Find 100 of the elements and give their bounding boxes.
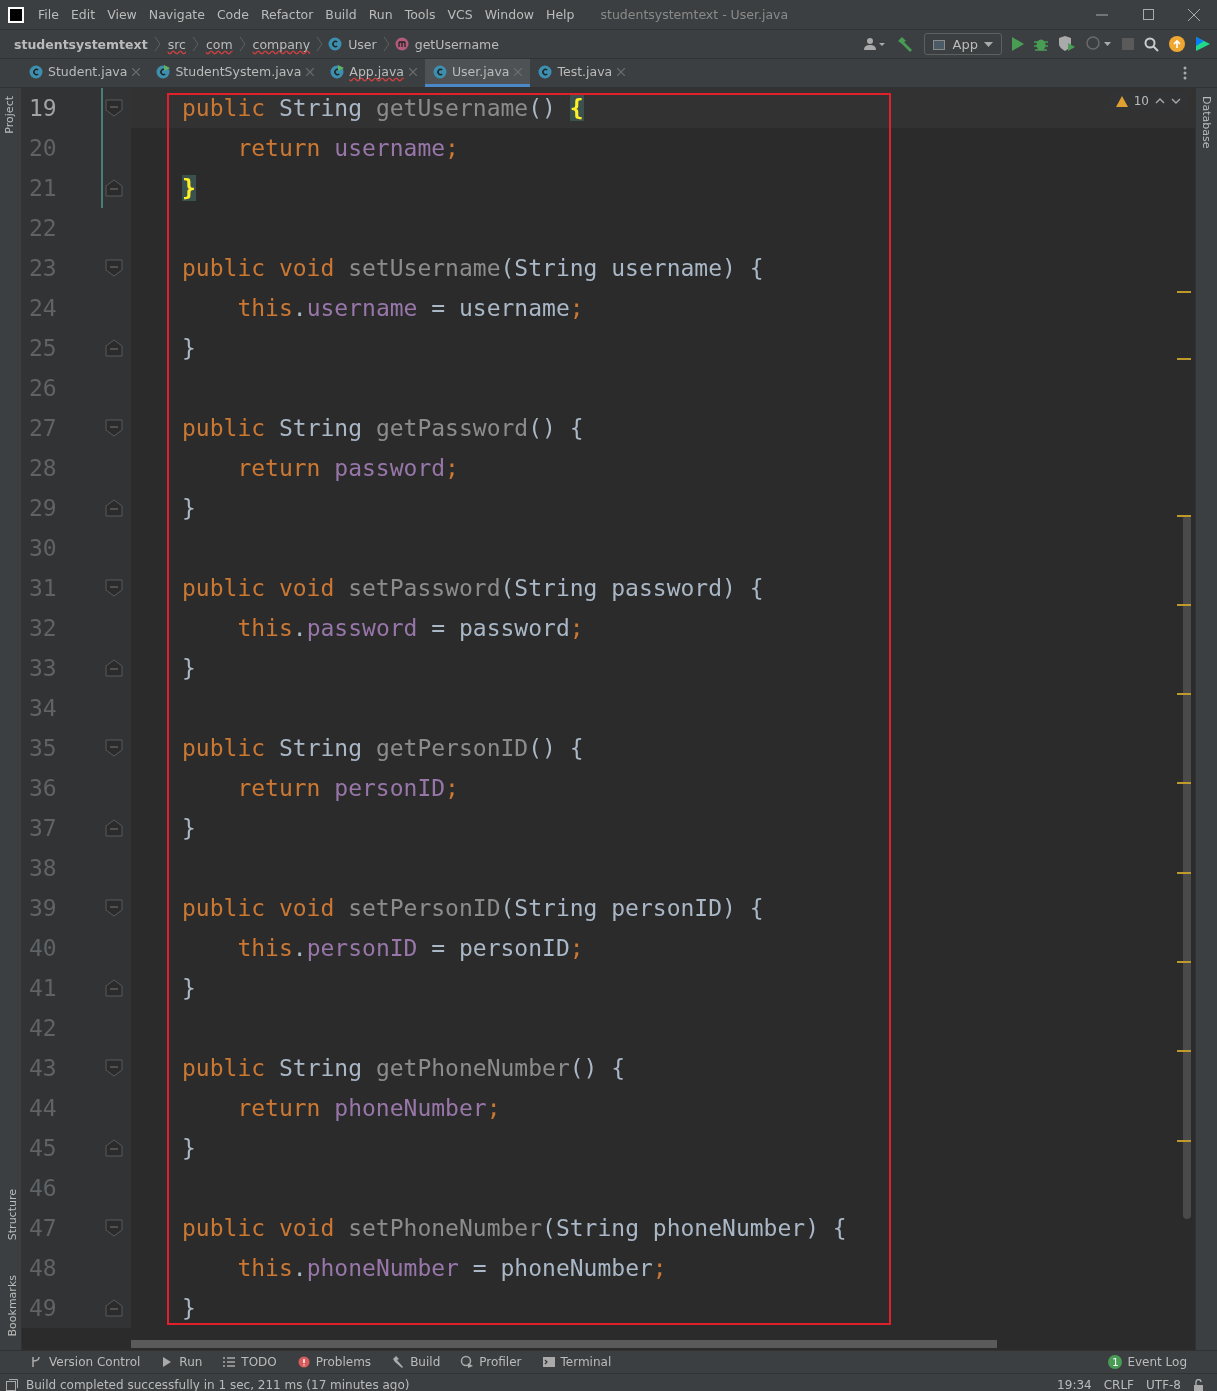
fold-icon[interactable]: [105, 899, 123, 917]
warning-stripe[interactable]: [1177, 358, 1191, 360]
editor-tab[interactable]: StudentSystem.java: [148, 59, 323, 87]
code-line: public String getPhoneNumber() {: [181, 1055, 626, 1081]
menu-item[interactable]: Code: [210, 4, 255, 25]
editor-tab[interactable]: App.java: [322, 59, 425, 87]
scrollbar[interactable]: [1183, 515, 1191, 1219]
window-title: studentsystemtext - User.java: [600, 7, 790, 22]
close-icon[interactable]: [408, 67, 417, 76]
scrollbar[interactable]: [131, 1340, 997, 1348]
tool-window-button[interactable]: Run: [160, 1355, 203, 1369]
warning-stripe[interactable]: [1177, 782, 1191, 784]
search-icon[interactable]: [1144, 36, 1159, 52]
code-line: }: [181, 815, 196, 841]
warning-stripe[interactable]: [1177, 604, 1191, 606]
fold-icon[interactable]: [105, 1139, 123, 1157]
menu-item[interactable]: Navigate: [142, 4, 211, 25]
caret-position[interactable]: 19:34: [1057, 1377, 1092, 1391]
warning-stripe[interactable]: [1177, 1140, 1191, 1142]
fold-icon[interactable]: [105, 259, 123, 277]
chevron-icon: [153, 37, 162, 51]
warning-stripe[interactable]: [1177, 693, 1191, 695]
tool-window-button[interactable]: Version Control: [30, 1355, 141, 1369]
fold-icon[interactable]: [105, 499, 123, 517]
breadcrumb-item[interactable]: company: [250, 36, 313, 52]
event-log-button[interactable]: 1 Event Log: [1108, 1355, 1187, 1369]
code-line: public String getPersonID() {: [181, 735, 584, 761]
tool-window-button[interactable]: TODO: [222, 1355, 277, 1369]
close-icon[interactable]: [1188, 8, 1200, 21]
fold-icon[interactable]: [105, 419, 123, 437]
tool-window-button[interactable]: Terminal: [541, 1355, 612, 1369]
editor-tab[interactable]: Test.java: [530, 59, 634, 87]
menu-item[interactable]: Window: [478, 4, 540, 25]
menu-item[interactable]: Refactor: [254, 4, 320, 25]
down-icon[interactable]: [1171, 98, 1181, 104]
fold-icon[interactable]: [105, 339, 123, 357]
menu-item[interactable]: Edit: [64, 4, 102, 25]
code-line: }: [181, 975, 196, 1001]
tool-window-button[interactable]: Build: [391, 1355, 441, 1369]
fold-icon[interactable]: [105, 179, 123, 197]
fold-icon[interactable]: [105, 819, 123, 837]
menu-item[interactable]: Build: [319, 4, 363, 25]
maximize-icon[interactable]: [1142, 9, 1154, 20]
close-icon[interactable]: [306, 67, 315, 76]
fold-icon[interactable]: [105, 579, 123, 597]
breadcrumb-item[interactable]: com: [203, 36, 235, 52]
fold-icon[interactable]: [105, 979, 123, 997]
tool-window-button[interactable]: Project: [3, 88, 16, 142]
minimize-icon[interactable]: [1096, 13, 1108, 16]
menu-item[interactable]: Run: [362, 4, 399, 25]
editor-tab[interactable]: User.java: [424, 59, 531, 87]
editor-tab[interactable]: Student.java: [21, 59, 149, 87]
fold-icon[interactable]: [105, 659, 123, 677]
more-icon[interactable]: [1183, 66, 1187, 80]
menu-item[interactable]: View: [101, 4, 143, 25]
fold-icon[interactable]: [105, 99, 123, 117]
toolbox-logo-icon[interactable]: [1195, 36, 1211, 52]
chevron-icon: [238, 37, 247, 51]
unlock-icon[interactable]: [1193, 1378, 1205, 1391]
user-icon[interactable]: [863, 37, 886, 51]
tool-window-button[interactable]: Database: [1200, 88, 1213, 149]
tool-window-button[interactable]: Bookmarks: [3, 1266, 21, 1344]
breadcrumb-item[interactable]: User: [346, 36, 379, 52]
tool-window-button[interactable]: Profiler: [460, 1355, 522, 1369]
coverage-icon[interactable]: [1058, 36, 1076, 52]
run-configuration-dropdown[interactable]: App: [923, 33, 1002, 55]
warning-stripe[interactable]: [1177, 961, 1191, 963]
menu-item[interactable]: Help: [540, 4, 581, 25]
terminal-icon: [541, 1355, 556, 1369]
breadcrumb-item[interactable]: src: [165, 36, 188, 52]
breadcrumb-item[interactable]: getUsername: [412, 36, 501, 52]
fold-icon[interactable]: [105, 1059, 123, 1077]
fold-icon[interactable]: [105, 1299, 123, 1317]
warning-stripe[interactable]: [1177, 291, 1191, 293]
tool-window-button[interactable]: Problems: [296, 1355, 372, 1369]
menu-item[interactable]: File: [32, 4, 65, 25]
breadcrumb-item[interactable]: studentsystemtext: [12, 36, 150, 52]
run-icon[interactable]: [1012, 37, 1024, 51]
line-separator[interactable]: CRLF: [1103, 1377, 1134, 1391]
up-icon[interactable]: [1155, 98, 1165, 104]
tool-window-button[interactable]: Structure: [3, 1181, 21, 1249]
file-encoding[interactable]: UTF-8: [1146, 1377, 1181, 1391]
stop-icon[interactable]: [1122, 38, 1134, 50]
menu-item[interactable]: Tools: [398, 4, 442, 25]
close-icon[interactable]: [132, 67, 141, 76]
menu-item[interactable]: VCS: [441, 4, 479, 25]
profiler-icon[interactable]: [1086, 36, 1112, 52]
error-icon: [296, 1355, 311, 1369]
warning-icon: [1115, 95, 1128, 107]
fold-icon[interactable]: [105, 1219, 123, 1237]
code-line: public void setPassword(String password) {: [181, 575, 764, 601]
close-icon[interactable]: [617, 67, 626, 76]
fold-icon[interactable]: [105, 739, 123, 757]
panel-icon[interactable]: [6, 1378, 18, 1391]
chevron-icon: [191, 37, 200, 51]
bug-icon[interactable]: [1034, 37, 1048, 51]
update-icon[interactable]: [1169, 36, 1185, 52]
warning-stripe[interactable]: [1177, 872, 1191, 874]
warning-stripe[interactable]: [1177, 1050, 1191, 1052]
warning-stripe[interactable]: [1177, 515, 1191, 517]
